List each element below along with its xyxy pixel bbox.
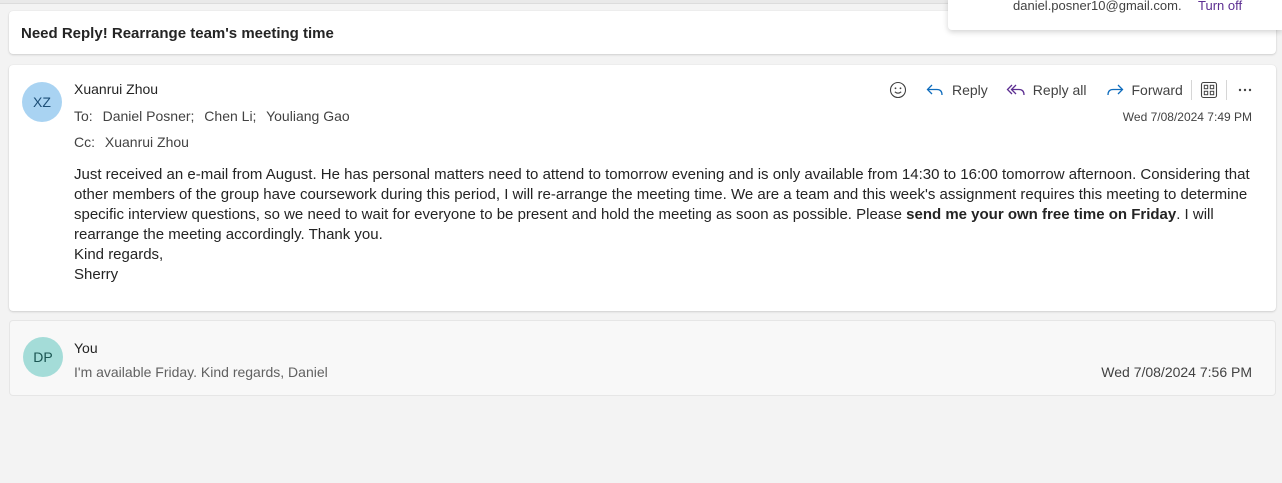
reply-preview: I'm available Friday. Kind regards, Dani… xyxy=(74,364,328,380)
message-card: XZ Xuanrui Zhou To: Daniel Posner; Chen … xyxy=(9,65,1276,311)
recipient[interactable]: Chen Li; xyxy=(204,108,256,124)
reply-all-label: Reply all xyxy=(1032,82,1087,98)
message-timestamp: Wed 7/08/2024 7:49 PM xyxy=(1122,110,1252,124)
turn-off-link[interactable]: Turn off xyxy=(1198,0,1242,13)
sender-name[interactable]: Xuanrui Zhou xyxy=(74,81,158,97)
cc-recipients: Cc: Xuanrui Zhou xyxy=(74,134,195,150)
sender-avatar[interactable]: XZ xyxy=(22,82,62,122)
reply-label: Reply xyxy=(952,82,988,98)
cc-recipient[interactable]: Xuanrui Zhou xyxy=(105,134,189,150)
divider xyxy=(1225,80,1227,100)
recipient[interactable]: Youliang Gao xyxy=(266,108,350,124)
forward-icon xyxy=(1106,84,1123,96)
body-bold-request: send me your own free time on Friday xyxy=(906,206,1177,223)
reply-message-card[interactable]: DP You I'm available Friday. Kind regard… xyxy=(9,320,1276,396)
cc-label: Cc: xyxy=(74,134,95,150)
forward-label: Forward xyxy=(1131,82,1183,98)
message-actions: Reply Reply all Forward xyxy=(889,79,1253,101)
reply-icon xyxy=(926,84,943,96)
notification-banner: daniel.posner10@gmail.com. Turn off xyxy=(948,0,1282,30)
body-closing: Kind regards, xyxy=(74,246,164,263)
to-recipients: To: Daniel Posner; Chen Li; Youliang Gao xyxy=(74,108,356,124)
smiley-icon xyxy=(889,81,907,99)
forward-button[interactable]: Forward xyxy=(1105,82,1183,98)
reply-all-icon xyxy=(1006,84,1025,96)
reply-button[interactable]: Reply xyxy=(925,82,988,98)
more-actions-button[interactable] xyxy=(1237,82,1253,98)
message-body: Just received an e-mail from August. He … xyxy=(74,165,1259,285)
reply-all-button[interactable]: Reply all xyxy=(1006,82,1087,98)
recipient[interactable]: Daniel Posner; xyxy=(103,108,195,124)
reply-timestamp: Wed 7/08/2024 7:56 PM xyxy=(1101,364,1252,380)
apps-icon xyxy=(1200,81,1217,99)
notification-email: daniel.posner10@gmail.com. xyxy=(1013,0,1182,13)
body-signature: Sherry xyxy=(74,266,119,283)
email-subject: Need Reply! Rearrange team's meeting tim… xyxy=(21,25,334,42)
divider xyxy=(1190,80,1192,100)
apps-button[interactable] xyxy=(1200,81,1218,99)
emoji-button[interactable] xyxy=(889,81,907,99)
more-icon xyxy=(1238,88,1252,92)
reply-sender: You xyxy=(74,340,98,356)
reply-avatar[interactable]: DP xyxy=(23,337,63,377)
to-label: To: xyxy=(74,108,93,124)
